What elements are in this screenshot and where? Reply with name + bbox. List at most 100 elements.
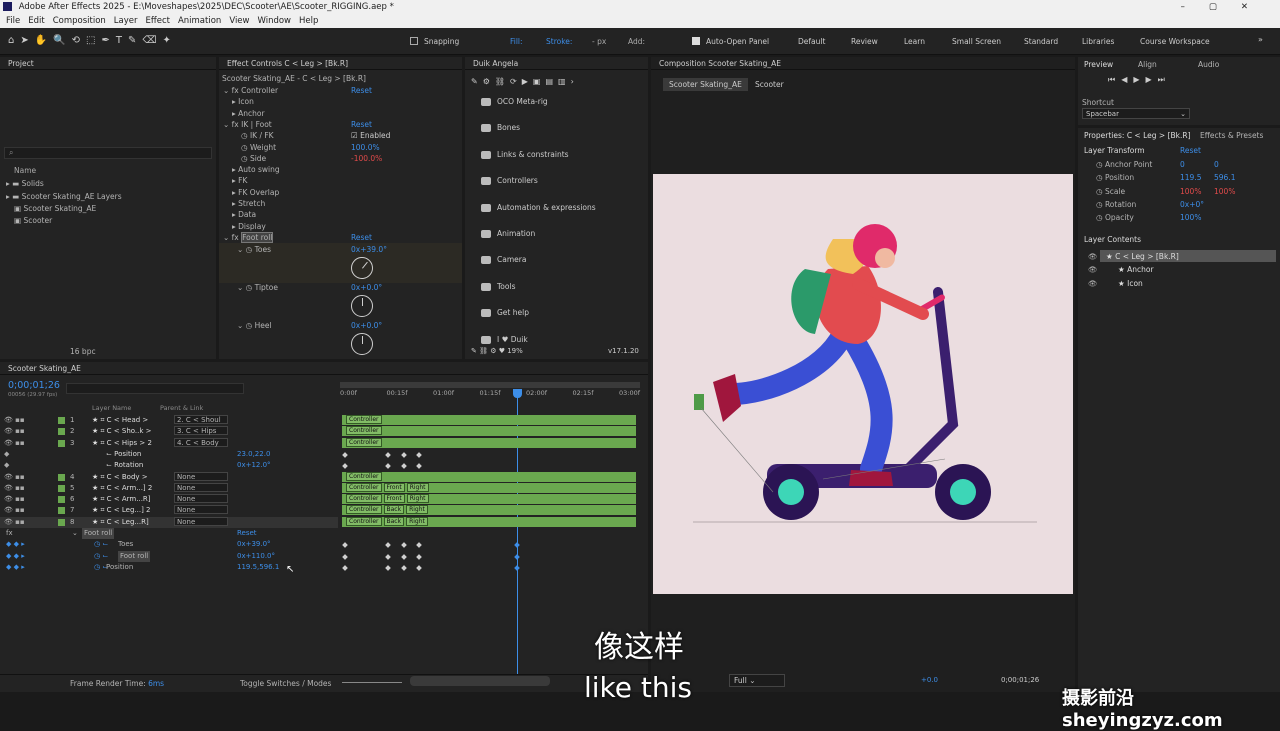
layer-bar-7[interactable]: Controller Front Right — [342, 494, 636, 505]
keyframe[interactable] — [416, 565, 422, 571]
layer-row-9[interactable]: 👁 ▪▪ 8 ★ ⌗ C < Leg...R] None — [0, 516, 338, 528]
duik-item-9[interactable]: I ♥ Duik — [481, 335, 528, 344]
project-item-comp[interactable]: ▣ Scooter Skating_AE — [14, 203, 96, 214]
layer-bar-2[interactable]: Controller — [342, 437, 636, 448]
keyframe[interactable] — [385, 565, 391, 571]
effect-row-9[interactable]: ▸ FK Overlap — [232, 187, 279, 198]
keyframe-selected[interactable] — [514, 553, 520, 560]
col-layer-name[interactable]: Layer Name — [92, 403, 131, 414]
toes-value[interactable]: 0x+39.0° — [351, 244, 387, 255]
effect-row-12[interactable]: ▸ Display — [232, 221, 266, 232]
prop-value-a-0[interactable]: 0 — [1180, 159, 1185, 170]
keyframe[interactable] — [401, 553, 407, 560]
tab-preview[interactable]: Preview — [1084, 59, 1113, 70]
workspace-standard[interactable]: Standard — [1024, 37, 1058, 46]
col-parent-link[interactable]: Parent & Link — [160, 403, 203, 414]
layer-row-0[interactable]: 👁 ▪▪ 1 ★ ⌗ C < Head >2. C < Shoul — [0, 415, 338, 426]
project-item-solids[interactable]: ▸ ▬ Solids — [6, 178, 44, 189]
keyframe[interactable] — [385, 542, 391, 549]
keyframe[interactable] — [416, 452, 422, 458]
prop-value-b-2[interactable]: 100% — [1214, 186, 1235, 197]
effect-row-2[interactable]: ▸ Anchor — [232, 108, 265, 119]
layer-bar-8[interactable]: Controller Back Right — [342, 505, 636, 516]
layer-bar-9[interactable]: Controller Back Right — [342, 516, 636, 527]
effect-row-7[interactable]: ▸ Auto swing — [232, 164, 280, 175]
tiptoe-value[interactable]: 0x+0.0° — [351, 282, 382, 293]
effect-value-13[interactable]: Reset — [351, 232, 372, 243]
workspace-review[interactable]: Review — [851, 37, 878, 46]
comp-canvas[interactable] — [653, 174, 1073, 594]
workspace-libraries[interactable]: Libraries — [1082, 37, 1114, 46]
exposure-value[interactable]: +0.0 — [921, 676, 938, 684]
visibility-eye-icon[interactable]: 👁 — [1088, 278, 1098, 289]
tiptoe-dial[interactable] — [351, 295, 373, 317]
project-item-layers[interactable]: ▸ ▬ Scooter Skating_AE Layers — [6, 191, 122, 202]
effect-value-4[interactable]: ☑ Enabled — [351, 130, 390, 141]
playhead-handle[interactable] — [513, 389, 522, 398]
project-bpc[interactable]: 16 bpc — [70, 346, 96, 357]
fx-prop-row-0[interactable]: ◆ ◆ ▸ ◷ ⌙ Toes 0x+39.0° — [0, 539, 338, 550]
more-workspaces-icon[interactable]: » — [1258, 35, 1263, 44]
effect-row-5[interactable]: ◷ Weight — [241, 142, 276, 153]
duik-item-1[interactable]: Bones — [481, 123, 520, 133]
menu-animation[interactable]: Animation — [178, 16, 221, 26]
visibility-eye-icon[interactable]: 👁 — [1088, 264, 1098, 275]
tab-align[interactable]: Align — [1138, 59, 1157, 70]
layer-bar-1[interactable]: Controller — [342, 426, 636, 437]
heel-dial[interactable] — [351, 333, 373, 355]
duik-item-2[interactable]: Links & constraints — [481, 150, 569, 159]
workspace-small-screen[interactable]: Small Screen — [952, 37, 1001, 46]
fx-foot-roll-row[interactable]: fx ⌄ Foot roll Reset — [0, 528, 338, 539]
workspace-learn[interactable]: Learn — [904, 37, 925, 46]
duik-item-8[interactable]: Get help — [481, 308, 529, 318]
keyframe[interactable] — [342, 542, 348, 549]
duik-item-0[interactable]: OCO Meta-rig — [481, 97, 548, 106]
effect-row-6[interactable]: ◷ Side — [241, 153, 266, 164]
effect-row-1[interactable]: ▸ Icon — [232, 96, 254, 107]
keyframe[interactable] — [416, 542, 422, 549]
toes-label[interactable]: ⌄ ◷ Toes — [237, 244, 271, 255]
effect-row-10[interactable]: ▸ Stretch — [232, 198, 265, 209]
shortcut-select[interactable]: Spacebar ⌄ — [1082, 108, 1190, 119]
layer-bar-0[interactable]: Controller — [342, 415, 636, 425]
effect-value-0[interactable]: Reset — [351, 85, 372, 96]
menu-edit[interactable]: Edit — [28, 16, 44, 26]
keyframe-selected[interactable] — [514, 565, 520, 571]
prop-value-b-1[interactable]: 596.1 — [1214, 172, 1235, 183]
snapping-checkbox[interactable] — [410, 37, 418, 45]
visibility-eye-icon[interactable]: 👁 — [1088, 251, 1098, 262]
layer-content-1[interactable]: ★ Anchor — [1118, 264, 1154, 275]
fx-prop-row-1[interactable]: ◆ ◆ ▸ ◷ ⌙ Foot roll 0x+110.0° — [0, 550, 338, 562]
keyframe[interactable] — [342, 452, 348, 458]
keyframe[interactable] — [385, 452, 391, 458]
tool-icons[interactable]: ⌂➤✋🔍⟲⬚✒T✎⌫✦ — [8, 35, 177, 46]
layer-bar-5[interactable]: Controller — [342, 471, 636, 482]
prop-value-a-2[interactable]: 100% — [1180, 186, 1201, 197]
layer-row-4[interactable]: ◆ ⌙ Rotation 0x+12.0° — [0, 460, 338, 471]
layer-row-5[interactable]: 👁 ▪▪ 4 ★ ⌗ C < Body > None — [0, 471, 338, 483]
project-search-input[interactable]: ⌕ — [4, 147, 212, 159]
menu-composition[interactable]: Composition — [53, 16, 106, 26]
prop-value-b-0[interactable]: 0 — [1214, 159, 1219, 170]
keyframe[interactable] — [416, 463, 422, 470]
keyframe[interactable] — [342, 553, 348, 560]
prop-value-a-1[interactable]: 119.5 — [1180, 172, 1201, 183]
keyframe[interactable] — [342, 565, 348, 571]
tab-audio[interactable]: Audio — [1198, 59, 1219, 70]
timeline-tab[interactable]: Scooter Skating_AE — [0, 362, 648, 375]
layer-bar-6[interactable]: Controller Front Right — [342, 482, 636, 493]
effect-value-5[interactable]: 100.0% — [351, 142, 380, 153]
window-controls[interactable]: –▢✕ — [1181, 0, 1272, 15]
keyframe[interactable] — [385, 553, 391, 560]
keyframe[interactable] — [416, 553, 422, 560]
duik-item-5[interactable]: Animation — [481, 229, 535, 238]
duik-item-3[interactable]: Controllers — [481, 176, 538, 186]
project-tab[interactable]: Project — [0, 57, 216, 70]
effect-controls-tab[interactable]: Effect Controls C < Leg > [Bk.R] — [219, 57, 462, 70]
comp-breadcrumb-2[interactable]: Scooter — [755, 80, 784, 89]
keyframe[interactable] — [401, 565, 407, 571]
keyframe[interactable] — [401, 452, 407, 458]
layer-content-2[interactable]: ★ Icon — [1118, 278, 1143, 289]
layer-row-6[interactable]: 👁 ▪▪ 5 ★ ⌗ C < Arm...] 2 None — [0, 482, 338, 494]
duik-toolbar-icons[interactable]: ✎⚙⛓⟳▶▣▤▥› — [471, 77, 579, 86]
